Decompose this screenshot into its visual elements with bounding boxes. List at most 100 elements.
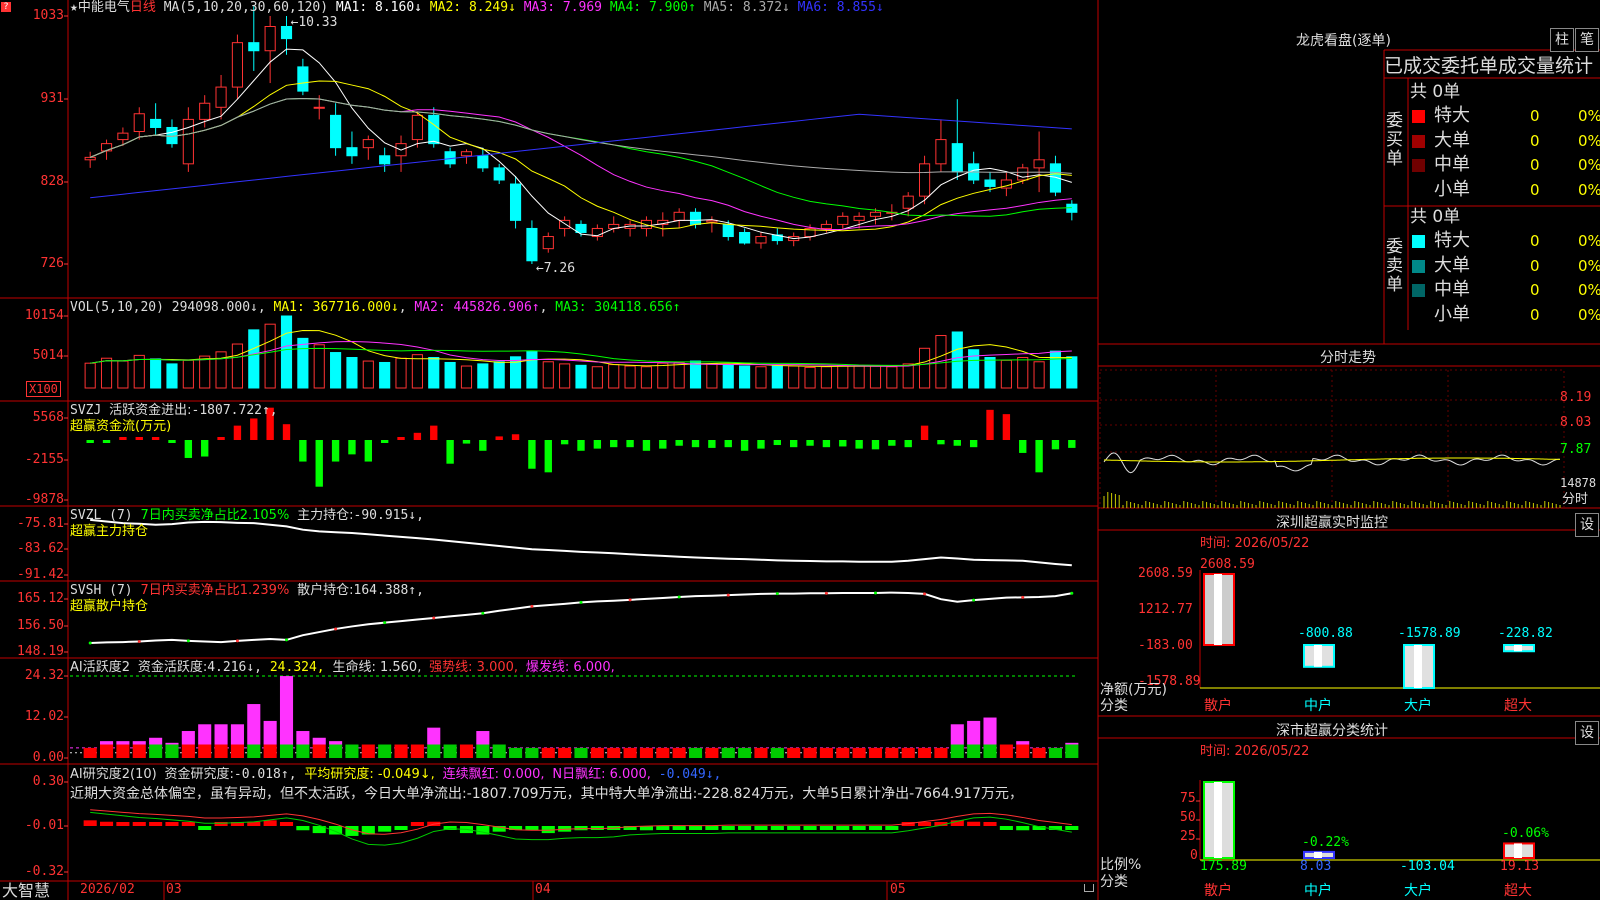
research-bar <box>296 826 310 831</box>
research-bar <box>590 826 604 830</box>
lhb-title: 龙虎看盘(逐单) <box>1296 33 1391 49</box>
fund-flow-bar <box>773 440 782 446</box>
research-bar <box>394 826 408 830</box>
research-bar <box>83 820 97 826</box>
ai-act-v2: 24.324, <box>269 660 325 675</box>
activity-bar <box>558 747 572 758</box>
activity-bar <box>868 747 883 758</box>
research-bar <box>279 822 294 826</box>
activity-bar-top <box>312 737 326 745</box>
ai-res-header: AI研究度2(10) 资金研究度:-0.018↑, 平均研究度: -0.049↓… <box>70 767 721 783</box>
ma-value-3: MA3: 7.969 <box>515 0 602 15</box>
activity-bar <box>656 747 670 758</box>
fund-flow-bar <box>904 440 912 448</box>
stock-name[interactable]: 中能电气 <box>78 0 130 15</box>
ma-values: MA1: 8.160↓ MA2: 8.249↓ MA3: 7.969 MA4: … <box>336 0 884 15</box>
volume-bar <box>640 366 653 389</box>
ai-res-nred: N日飘红: 6.000, <box>552 767 651 782</box>
fund-flow-bar <box>331 440 340 462</box>
star-icon[interactable]: ★ <box>70 0 78 15</box>
legend-swatch <box>1412 259 1425 273</box>
svsh-ytick: 148.19 <box>17 644 64 659</box>
monitor-bar-label: -228.82 <box>1498 626 1553 641</box>
tick-mode-button[interactable]: 笔 <box>1575 28 1599 52</box>
activity-bar <box>525 747 539 758</box>
price-ytick: 931 <box>40 91 64 106</box>
activity-bar-top <box>263 720 277 745</box>
buy-total: 共 0单 <box>1410 82 1461 102</box>
candle-body <box>526 227 538 262</box>
intraday-title: 分时走势 <box>1320 350 1376 366</box>
svsh-title: SVSH (7) <box>70 583 133 598</box>
ma-value-6: MA6: 8.855↓ <box>789 0 884 15</box>
ai-res-avg: 平均研究度: -0.049↓, <box>304 767 435 782</box>
candle-body <box>902 195 914 209</box>
vol-ytick: 10154 <box>24 308 64 323</box>
period-label[interactable]: 日线 <box>130 0 156 15</box>
volume-bar <box>1066 356 1078 389</box>
monitor-category: 大户 <box>1404 698 1432 714</box>
intraday-ytick: 7.87 <box>1560 442 1592 457</box>
retail-dot <box>726 593 730 597</box>
activity-bar-top <box>149 737 163 745</box>
lock-icon[interactable] <box>1084 884 1094 892</box>
fund-flow-bar <box>397 437 405 440</box>
volume-bar <box>428 357 440 389</box>
order-name: 中单 <box>1434 154 1470 175</box>
retail-dot <box>334 627 338 631</box>
volume-bar <box>117 360 129 389</box>
candle-body <box>133 113 145 133</box>
activity-bar <box>459 744 474 758</box>
candle-body <box>460 151 473 157</box>
activity-bar-top <box>198 724 212 745</box>
activity-bar <box>918 747 932 758</box>
order-count: 0 <box>1530 305 1540 324</box>
candle-body <box>231 42 243 88</box>
volume-bar <box>444 361 456 389</box>
sz-class-settings-button[interactable]: 设 <box>1575 721 1599 745</box>
fund-flow-bar <box>806 440 814 446</box>
order-name: 小单 <box>1434 178 1470 200</box>
research-bar <box>574 826 588 831</box>
ai-res-title: AI研究度2(10) <box>70 767 157 782</box>
retail-dot <box>285 638 289 642</box>
svzl-header: SVZL (7) 7日内买卖净占比2.105% 主力持仓:-90.915↓, <box>70 508 424 524</box>
volume-bar <box>280 315 293 389</box>
sz-class-ytick: 50 <box>1180 810 1196 825</box>
bar-mode-button[interactable]: 柱 <box>1550 28 1574 52</box>
ai-act-header: AI活跃度2 资金活跃度:4.216↓, 24.324, 生命线: 1.560,… <box>70 660 615 676</box>
fund-flow-bar <box>740 440 749 451</box>
retail-dot <box>1021 595 1025 599</box>
activity-bar-top <box>950 724 964 745</box>
legend-swatch <box>1412 110 1425 123</box>
activity-bar <box>296 744 310 758</box>
fund-flow-bar <box>168 440 176 443</box>
fund-flow-bar <box>642 440 651 451</box>
activity-bar <box>99 744 114 758</box>
order-count: 0 <box>1530 107 1540 125</box>
main-chart-area[interactable]: ←10.33 ←7.26 <box>0 0 1600 900</box>
volume-bar <box>199 355 211 389</box>
sz-class-xlabel: 分类 <box>1100 874 1128 890</box>
candle-body <box>297 66 309 92</box>
svzj-ytick: -9878 <box>24 492 64 507</box>
research-bar <box>868 826 883 830</box>
research-bar <box>754 826 768 830</box>
svsh-ytick: 156.50 <box>17 618 64 633</box>
price-ytick: 828 <box>40 174 64 189</box>
activity-bar <box>901 747 915 758</box>
fund-flow-bar <box>871 440 880 450</box>
xaxis-label: 2026/02 <box>80 882 135 897</box>
volume-bar <box>869 365 882 389</box>
volume-bar <box>657 362 669 389</box>
svzj-header: SVZJ 活跃资金进出:-1807.722↑, <box>70 403 278 419</box>
intraday-ytick: 14878 <box>1560 476 1597 490</box>
sz-monitor-settings-button[interactable]: 设 <box>1575 513 1599 537</box>
candle-body <box>739 231 751 244</box>
activity-bar <box>885 747 899 758</box>
fund-flow-bar <box>969 440 978 448</box>
volume-bar <box>460 365 473 389</box>
activity-bar-top <box>279 676 294 745</box>
candle-body <box>951 143 963 173</box>
class-bar-pct: -0.06% <box>1502 826 1549 841</box>
